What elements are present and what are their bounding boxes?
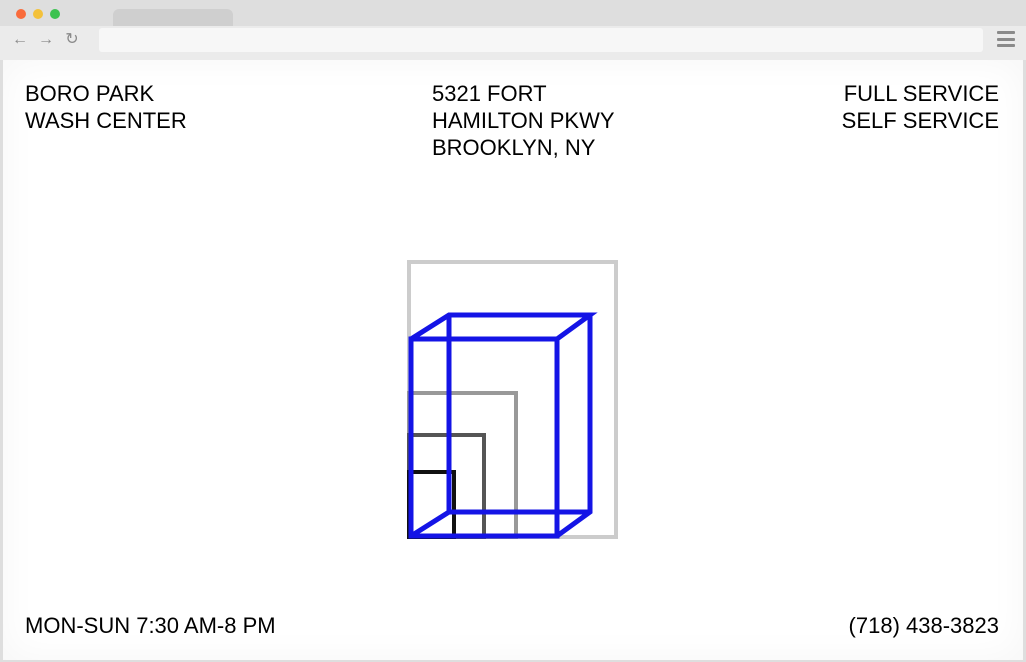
address-bar[interactable] [99,28,983,52]
blue-cube-shape [408,312,598,539]
browser-tab[interactable] [113,9,233,27]
reload-icon[interactable]: ↻ [62,30,82,50]
opening-hours: MON-SUN 7:30 AM-8 PM [25,613,276,638]
close-window-button[interactable] [16,9,26,19]
browser-window: ← → ↻ BORO PARK WASH CENTER 5321 FORT HA… [0,0,1026,662]
business-name-line: WASH CENTER [25,108,187,133]
business-address: 5321 FORT HAMILTON PKWY BROOKLYN, NY [432,80,615,161]
services-list: FULL SERVICE SELF SERVICE [842,80,999,134]
business-name-line: BORO PARK [25,81,155,106]
back-arrow-icon[interactable]: ← [10,30,30,50]
forward-arrow-icon[interactable]: → [36,30,56,50]
outer-frame-shape [407,260,618,539]
minimize-window-button[interactable] [33,9,43,19]
address-line: HAMILTON PKWY [432,108,615,133]
mid-square-shape [407,391,518,539]
service-item: SELF SERVICE [841,108,999,133]
service-item: FULL SERVICE [843,81,999,106]
hamburger-menu-icon[interactable] [997,31,1015,47]
address-line: 5321 FORT [432,81,547,106]
page-viewport: BORO PARK WASH CENTER 5321 FORT HAMILTON… [3,60,1023,660]
address-line: BROOKLYN, NY [432,135,596,160]
nested-cube-logo [407,260,618,539]
phone-number[interactable]: (718) 438-3823 [849,612,999,639]
window-controls [16,9,60,19]
business-name: BORO PARK WASH CENTER [25,80,187,134]
maximize-window-button[interactable] [50,9,60,19]
